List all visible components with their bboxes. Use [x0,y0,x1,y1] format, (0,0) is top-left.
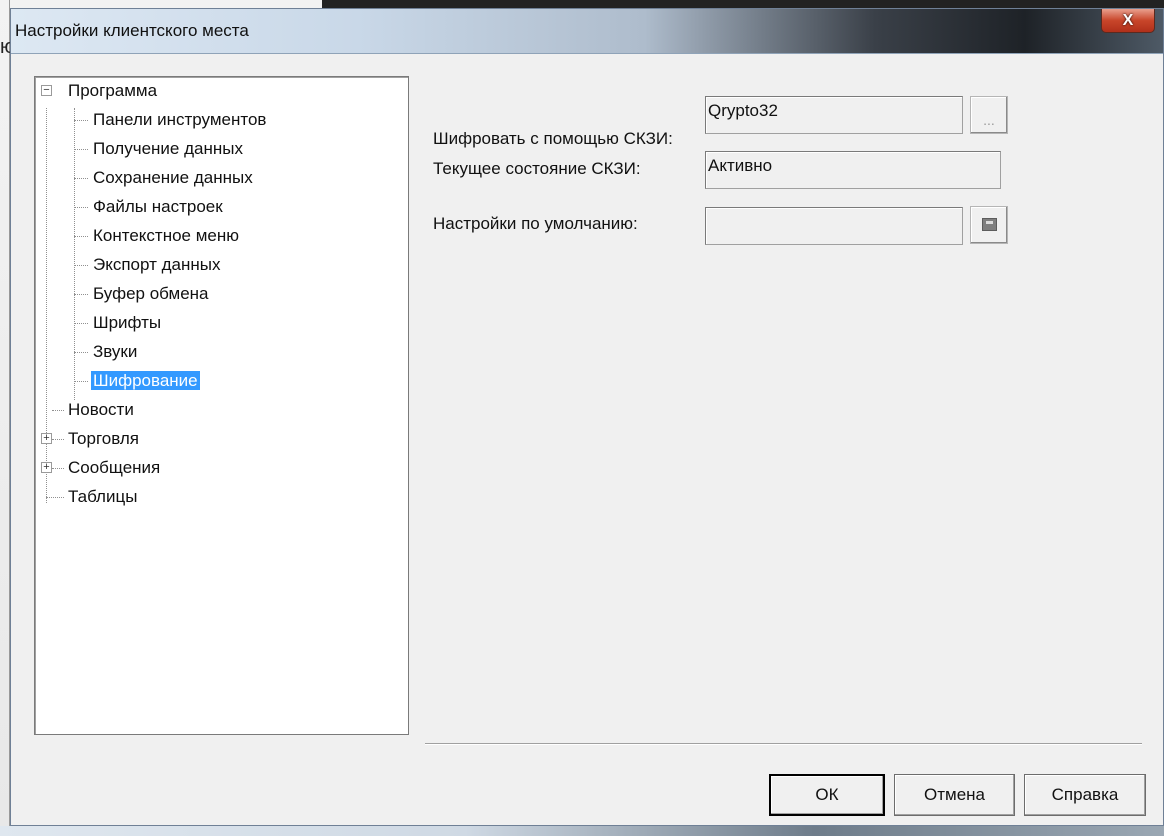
tree-connector-line [74,149,88,150]
title-bar[interactable]: Настройки клиентского места X [11,9,1163,54]
tree-item-label: Получение данных [93,139,243,158]
separator [425,743,1142,745]
tree-item-label: Шрифты [93,313,162,332]
tree-connector-line [74,236,88,237]
tree-connector-line [74,207,88,208]
tree-connector-line [74,120,88,121]
defaults-label: Настройки по умолчанию: [433,214,638,233]
tree-connector-line [74,178,88,179]
tree-connector-line [46,497,64,498]
tree-item-label: Файлы настроек [93,197,223,216]
tree-connector-line [74,265,88,266]
tree-item-encryption[interactable]: Шифрование [91,369,200,393]
tree-item-context-menu[interactable]: Контекстное меню [91,224,241,248]
tree-item-label: Шифрование [91,371,200,390]
save-icon [982,218,997,231]
tree-connector-line [74,108,75,400]
tree-item-program[interactable]: Программа [66,79,159,103]
collapse-icon[interactable]: − [41,85,52,96]
encrypt-label: Шифровать с помощью СКЗИ: [433,129,673,148]
tree-connector-line [52,439,64,440]
tree-item-label: Экспорт данных [93,255,221,274]
browse-button[interactable]: ... [970,96,1008,134]
tree-item-label: Звуки [93,342,138,361]
save-defaults-button[interactable] [970,206,1008,244]
tree-item-tables[interactable]: Таблицы [66,485,139,509]
encrypt-provider-field[interactable]: Qrypto32 [705,96,963,134]
tree-item-label: Буфер обмена [93,284,209,303]
close-icon: X [1122,11,1134,29]
tree-item-label: Сохранение данных [93,168,253,187]
tree-item-label: Таблицы [68,487,138,506]
tree-connector-line [74,381,88,382]
expand-icon[interactable]: + [41,433,52,444]
tree-item-label: Торговля [68,429,140,448]
tree-item-fonts[interactable]: Шрифты [91,311,163,335]
dialog-client-area: − + + Программа Панели инструментов Полу… [11,54,1163,825]
cancel-button[interactable]: Отмена [894,774,1015,816]
tree-item-label: Панели инструментов [93,110,267,129]
expand-icon[interactable]: + [41,462,52,473]
tree-item-sounds[interactable]: Звуки [91,340,139,364]
help-button[interactable]: Справка [1024,774,1146,816]
tree-item-trading[interactable]: Торговля [66,427,141,451]
window-title: Настройки клиентского места [15,21,249,40]
tree-item-label: Контекстное меню [93,226,240,245]
tree-connector-line [74,294,88,295]
settings-tree[interactable]: − + + Программа Панели инструментов Полу… [34,76,409,735]
tree-item-settings-files[interactable]: Файлы настроек [91,195,225,219]
state-field: Активно [705,151,1001,189]
defaults-field[interactable] [705,207,963,245]
ok-button[interactable]: ОК [769,774,885,816]
tree-connector-line [52,468,64,469]
tree-connector-line [74,323,88,324]
state-label: Текущее состояние СКЗИ: [433,159,641,178]
tree-item-data-save[interactable]: Сохранение данных [91,166,255,190]
close-button[interactable]: X [1101,9,1155,33]
tree-item-messages[interactable]: Сообщения [66,456,162,480]
tree-item-label: Сообщения [68,458,161,477]
background-window-left: ю [0,0,15,836]
settings-dialog: Настройки клиентского места X − + + Прог… [10,8,1164,826]
tree-item-toolbars[interactable]: Панели инструментов [91,108,268,132]
tree-item-label: Новости [68,400,134,419]
tree-connector-line [52,410,64,411]
tree-item-data-receive[interactable]: Получение данных [91,137,245,161]
tree-item-label: Программа [68,81,158,100]
tree-item-news[interactable]: Новости [66,398,136,422]
taskbar-strip [0,826,1164,836]
tree-connector-line [74,352,88,353]
tree-item-data-export[interactable]: Экспорт данных [91,253,222,277]
tree-item-clipboard[interactable]: Буфер обмена [91,282,211,306]
